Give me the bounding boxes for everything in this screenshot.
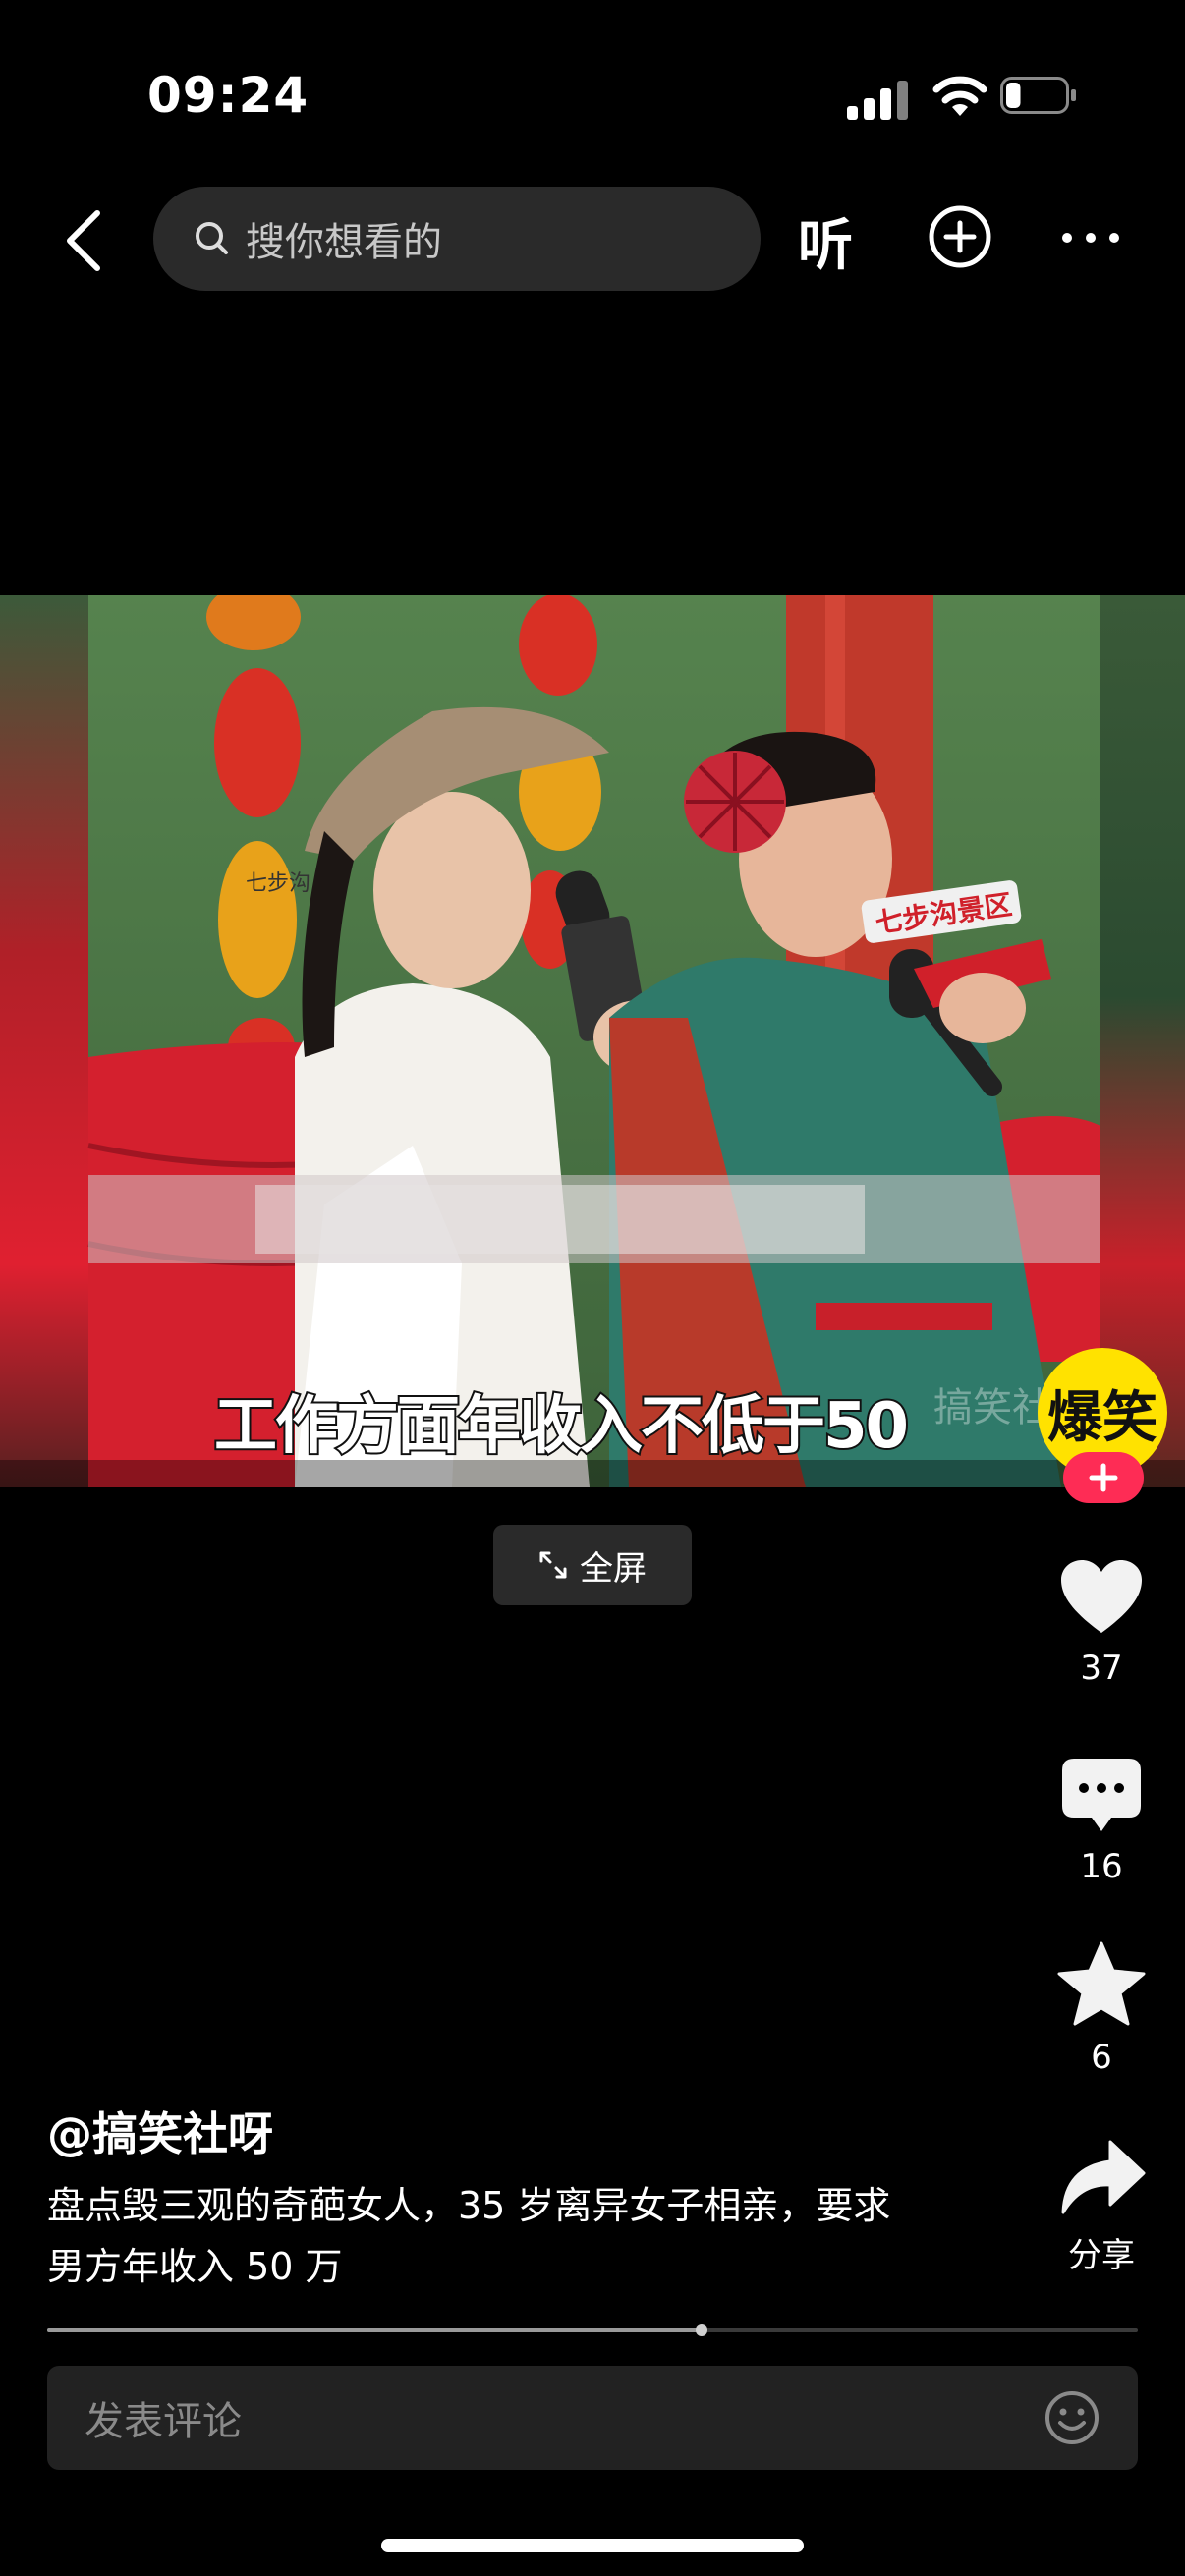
video-description: 盘点毁三观的奇葩女人，35 岁离异女子相亲，要求 男方年收入 50 万 (47, 2175, 990, 2297)
video-frame-image: 七步沟 七步沟景区 搞笑社 (0, 595, 1185, 1487)
search-placeholder: 搜你想看的 (246, 220, 442, 265)
video-player[interactable]: 七步沟 七步沟景区 搞笑社 (0, 595, 1185, 1487)
comment-input[interactable]: 发表评论 (47, 2366, 1138, 2470)
share-button[interactable]: 分享 (1038, 2138, 1165, 2276)
fullscreen-label: 全屏 (580, 1548, 647, 1589)
back-button[interactable] (49, 196, 118, 285)
progress-thumb[interactable] (696, 2324, 707, 2336)
plus-circle-icon[interactable] (928, 204, 992, 269)
heart-icon (1061, 1560, 1142, 1633)
favorite-count: 6 (1091, 2038, 1112, 2077)
battery-icon (1000, 77, 1076, 114)
star-icon (1057, 1941, 1146, 2026)
comment-count: 16 (1080, 1847, 1123, 1886)
cellular-signal-icon (847, 81, 910, 120)
search-icon (196, 222, 228, 254)
share-label: 分享 (1068, 2236, 1135, 2275)
ellipsis-icon[interactable] (1059, 226, 1122, 250)
status-time: 09:24 (147, 67, 310, 124)
search-input[interactable]: 搜你想看的 (153, 187, 761, 291)
chevron-left-icon (67, 210, 100, 271)
share-arrow-icon (1061, 2140, 1146, 2214)
plus-icon (1089, 1463, 1118, 1492)
video-subtitle: 工作方面年收入不低于50 (212, 1388, 911, 1465)
favorite-button[interactable]: 6 (1038, 1941, 1165, 2077)
emoji-icon[interactable] (1044, 2389, 1100, 2446)
comment-placeholder: 发表评论 (85, 2399, 242, 2444)
author-name[interactable]: @搞笑社呀 (47, 2099, 273, 2163)
follow-button[interactable] (1063, 1452, 1144, 1503)
description-line-1: 盘点毁三观的奇葩女人，35 岁离异女子相亲，要求 (47, 2184, 891, 2227)
expand-icon (539, 1551, 567, 1579)
home-indicator[interactable] (381, 2539, 804, 2552)
description-line-2: 男方年收入 50 万 (47, 2245, 343, 2288)
progress-fill (47, 2328, 702, 2332)
like-button[interactable]: 37 (1038, 1558, 1165, 1688)
like-count: 37 (1080, 1649, 1123, 1688)
listen-button[interactable]: 听 (798, 201, 853, 281)
lantern-text: 七步沟 (246, 871, 310, 896)
faint-watermark: 搞笑社 (933, 1385, 1051, 1430)
comment-button[interactable]: 16 (1038, 1757, 1165, 1886)
wifi-icon (932, 76, 988, 116)
fullscreen-button[interactable]: 全屏 (493, 1525, 692, 1605)
comment-icon (1062, 1759, 1141, 1831)
